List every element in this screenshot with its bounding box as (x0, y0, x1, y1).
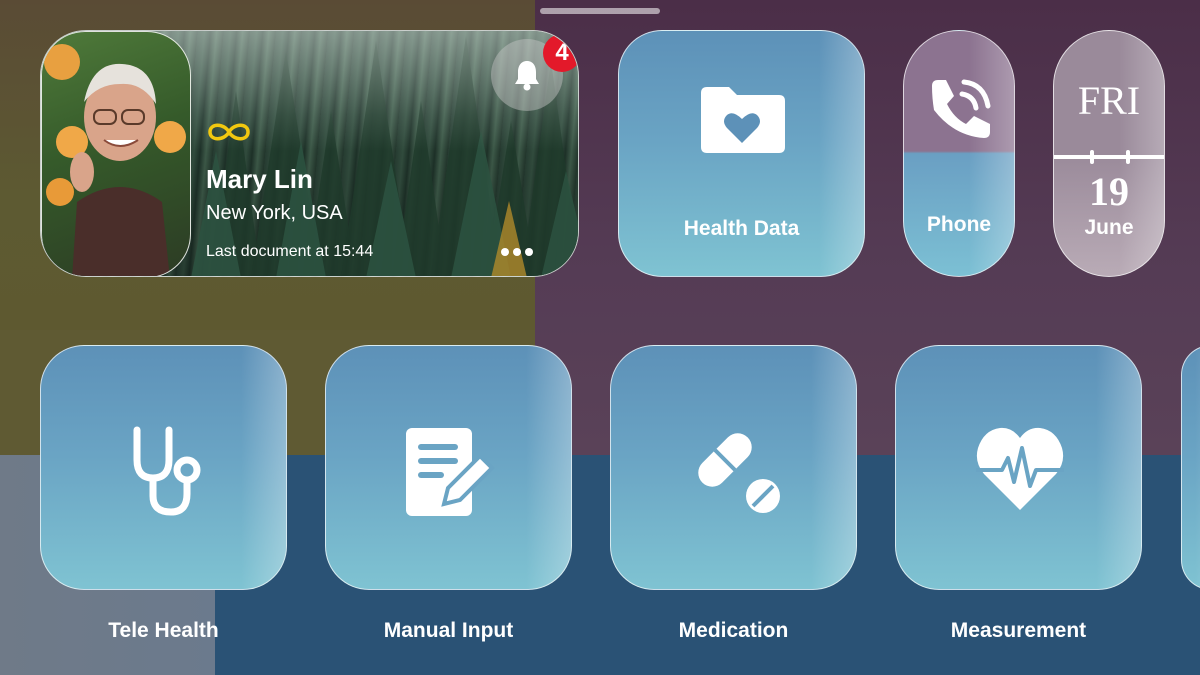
calendar-day: FRI (1077, 78, 1141, 123)
pills-icon (698, 433, 780, 513)
measurement-tile[interactable] (895, 345, 1142, 590)
next-app-tile[interactable] (1181, 345, 1200, 590)
avatar-photo (44, 44, 186, 276)
profile-name: Mary Lin (206, 164, 313, 194)
tele-health-label: Tele Health (108, 619, 219, 642)
manual-input-tile[interactable] (325, 345, 572, 590)
profile-location: New York, USA (206, 202, 343, 224)
folder-heart-icon (701, 87, 785, 153)
health-data-label: Health Data (683, 217, 800, 240)
bell-icon (515, 61, 539, 91)
health-data-tile[interactable]: Health Data (618, 30, 865, 277)
phone-tile[interactable]: Phone (903, 30, 1015, 277)
home-indicator[interactable] (540, 8, 660, 14)
calendar-month: June (1084, 216, 1134, 239)
calendar-divider (1054, 155, 1164, 159)
calendar-date: 19 (1089, 169, 1129, 214)
document-edit-icon (406, 428, 495, 516)
medication-tile[interactable] (610, 345, 857, 590)
tele-health-tile[interactable] (40, 345, 287, 590)
calendar-ring-icon (1090, 150, 1094, 164)
last-document-text: Last document at 15:44 (206, 243, 374, 260)
measurement-label: Measurement (950, 619, 1087, 642)
avatar[interactable] (41, 31, 191, 276)
manual-input-label: Manual Input (383, 619, 514, 642)
phone-call-icon (932, 79, 991, 138)
heart-pulse-icon (976, 427, 1064, 510)
notification-badge: 4 (543, 34, 578, 72)
medication-label: Medication (678, 619, 789, 642)
stethoscope-icon (133, 426, 201, 516)
phone-label: Phone (926, 213, 992, 236)
profile-card[interactable]: Mary Lin New York, USA Last document at … (40, 30, 579, 277)
infinity-icon (208, 123, 250, 141)
calendar-tile[interactable]: FRI 19 June (1053, 30, 1165, 277)
more-options-icon[interactable] (499, 243, 535, 261)
calendar-ring-icon (1126, 150, 1130, 164)
